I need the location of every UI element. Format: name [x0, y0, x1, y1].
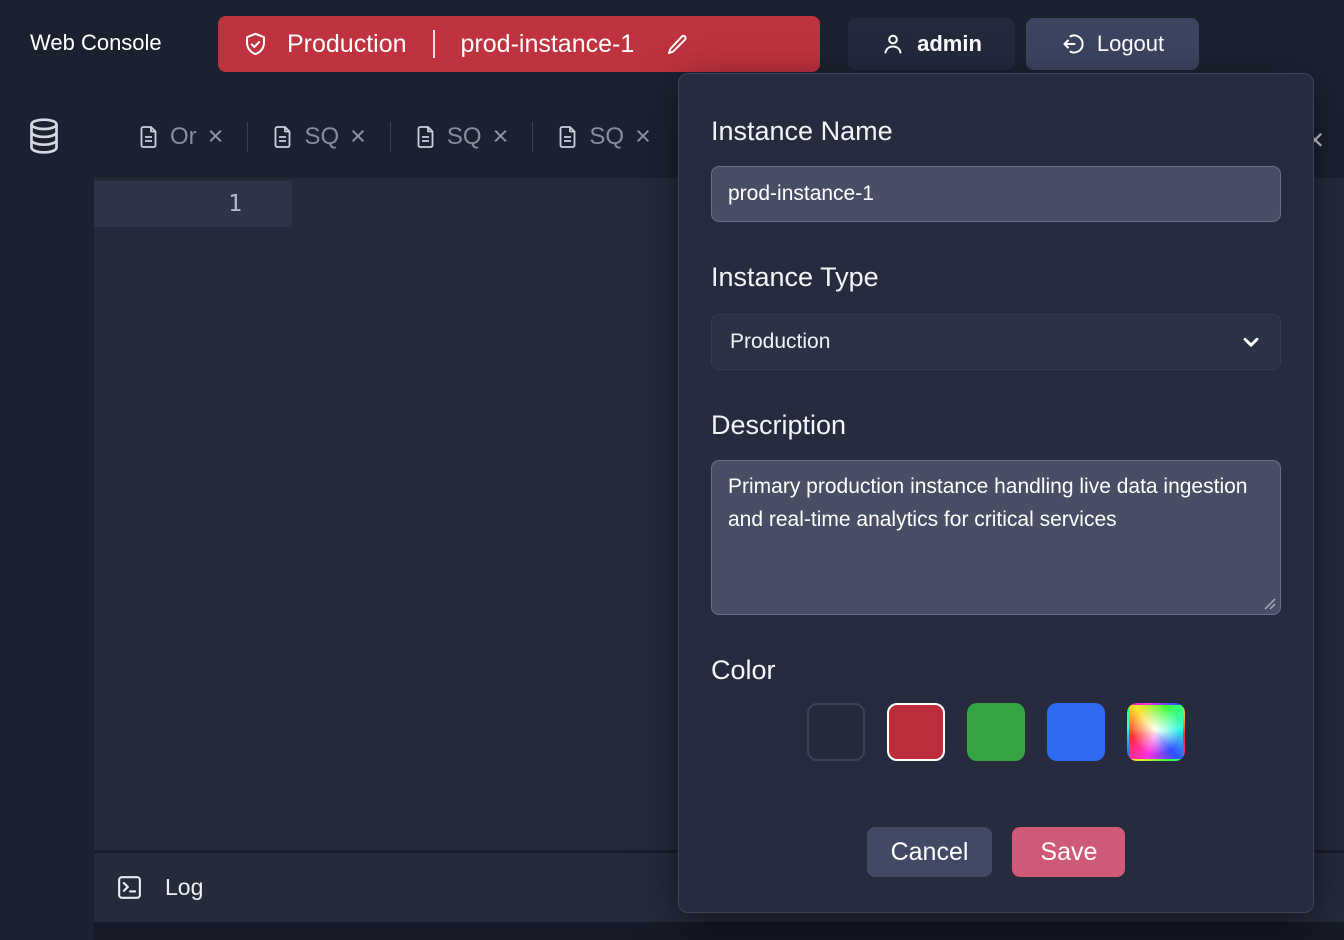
- app-title: Web Console: [30, 30, 162, 56]
- close-icon[interactable]: ×: [208, 123, 224, 150]
- color-swatch-green[interactable]: [967, 703, 1025, 761]
- instance-type-label: Instance Type: [711, 260, 1281, 294]
- instance-name: prod-instance-1: [461, 30, 635, 59]
- tab-1[interactable]: Or ×: [114, 123, 247, 151]
- edit-icon[interactable]: [666, 33, 689, 56]
- save-button[interactable]: Save: [1012, 827, 1125, 877]
- logout-button[interactable]: Logout: [1026, 18, 1199, 70]
- color-swatch-red[interactable]: [887, 703, 945, 761]
- instance-settings-modal: Instance Name Instance Type Production D…: [678, 73, 1314, 913]
- tab-3[interactable]: SQ ×: [391, 123, 532, 151]
- status-strip: [94, 922, 1344, 940]
- close-icon[interactable]: ×: [635, 123, 651, 150]
- tab-2[interactable]: SQ ×: [248, 123, 389, 151]
- web-console-screen: Web Console Production prod-instance-1 a…: [0, 0, 1344, 940]
- color-swatch-rainbow[interactable]: [1127, 703, 1185, 761]
- color-label: Color: [711, 653, 1281, 687]
- environment-name: Production: [287, 30, 407, 59]
- color-swatch-blue[interactable]: [1047, 703, 1105, 761]
- logout-label: Logout: [1097, 31, 1164, 57]
- divider: [433, 30, 435, 58]
- user-icon: [881, 32, 905, 56]
- log-label: Log: [165, 874, 203, 901]
- instance-type-select[interactable]: Production: [711, 314, 1281, 370]
- cancel-button[interactable]: Cancel: [867, 827, 993, 877]
- shield-check-icon: [242, 31, 269, 58]
- line-number: 1: [94, 181, 292, 227]
- close-icon[interactable]: ×: [350, 123, 366, 150]
- user-name: admin: [917, 31, 982, 57]
- file-icon: [272, 125, 293, 149]
- sidebar: [0, 90, 94, 940]
- instance-name-input[interactable]: [711, 166, 1281, 222]
- description-field: Primary production instance handling liv…: [711, 460, 1281, 615]
- resize-handle-icon[interactable]: [1263, 597, 1276, 610]
- chevron-down-icon: [1240, 331, 1262, 353]
- modal-actions: Cancel Save: [711, 827, 1281, 877]
- tab-label: SQ: [589, 123, 624, 151]
- color-swatch-default[interactable]: [807, 703, 865, 761]
- environment-badge[interactable]: Production prod-instance-1: [218, 16, 820, 72]
- file-icon: [138, 125, 159, 149]
- file-icon: [415, 125, 436, 149]
- tab-label: SQ: [447, 123, 482, 151]
- tab-label: Or: [170, 123, 197, 151]
- description-textarea[interactable]: Primary production instance handling liv…: [711, 460, 1281, 615]
- tab-label: SQ: [304, 123, 339, 151]
- terminal-icon: [116, 874, 143, 901]
- database-icon[interactable]: [24, 116, 64, 156]
- color-swatches: [711, 703, 1281, 761]
- user-chip[interactable]: admin: [848, 18, 1015, 70]
- logout-icon: [1061, 32, 1085, 56]
- instance-name-label: Instance Name: [711, 114, 1281, 148]
- close-icon[interactable]: ×: [493, 123, 509, 150]
- tab-4[interactable]: SQ ×: [533, 123, 674, 151]
- line-number-gutter: 1: [94, 181, 292, 227]
- description-label: Description: [711, 408, 1281, 442]
- file-icon: [557, 125, 578, 149]
- instance-type-value: Production: [730, 330, 830, 354]
